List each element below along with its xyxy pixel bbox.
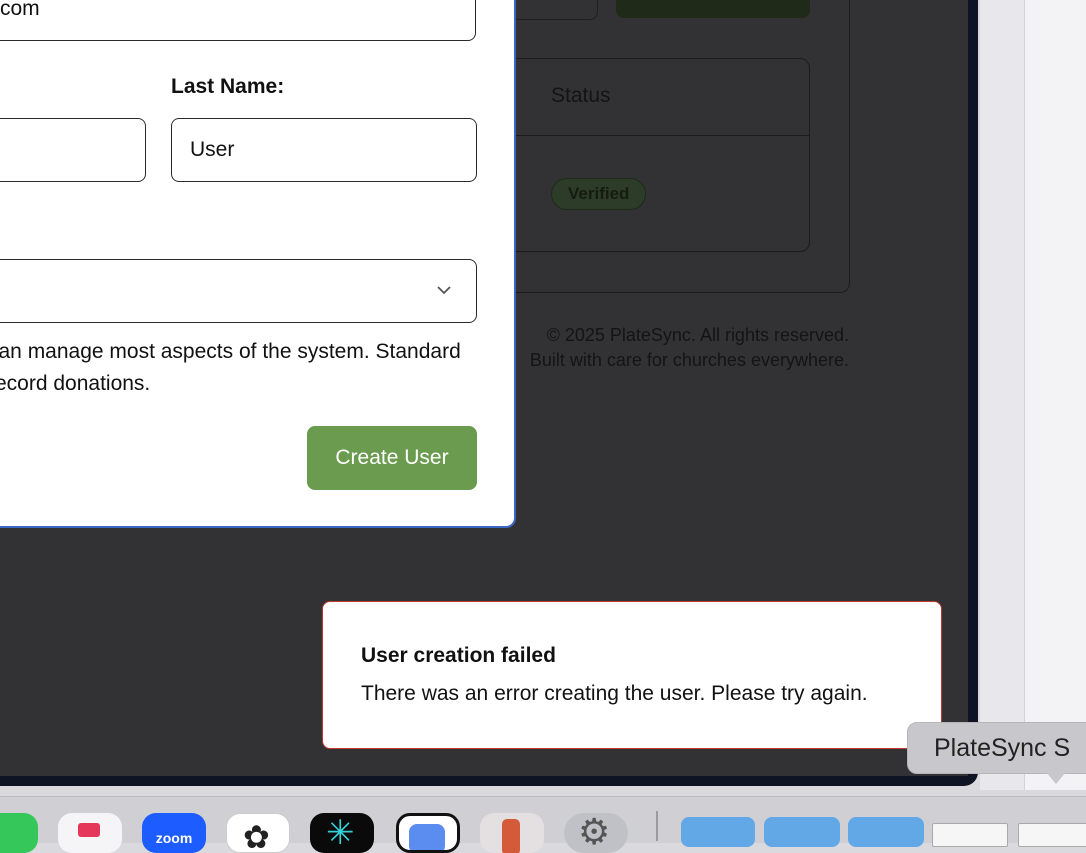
create-user-button[interactable]: Create User	[307, 426, 477, 490]
first-name-field[interactable]	[0, 118, 146, 182]
preview-icon[interactable]	[396, 813, 460, 853]
system-settings-icon[interactable]	[564, 813, 628, 853]
folder-icon[interactable]	[681, 817, 755, 847]
footer-copyright: © 2025 PlateSync. All rights reserved.	[546, 325, 849, 345]
status-column-header: Status	[551, 84, 611, 107]
dock: zoom	[0, 796, 1086, 853]
email-field[interactable]	[0, 0, 476, 41]
email-field-value: com	[0, 0, 40, 20]
role-select[interactable]	[0, 259, 477, 323]
folder-icon[interactable]	[764, 817, 840, 847]
folder-icon[interactable]	[848, 817, 924, 847]
dock-tooltip: PlateSync S	[907, 722, 1086, 774]
last-name-label: Last Name:	[171, 75, 285, 98]
role-help-text: can manage most aspects of the system. S…	[0, 340, 461, 395]
iphone-mirroring-icon[interactable]	[480, 813, 544, 853]
status-badge: Verified	[551, 178, 647, 210]
window-thumbnail[interactable]	[1018, 823, 1086, 847]
toast-message: There was an error creating the user. Pl…	[361, 682, 868, 705]
news-icon[interactable]	[58, 813, 122, 853]
tooltip-arrow	[1046, 772, 1066, 784]
add-user-button	[616, 0, 810, 18]
facetime-icon[interactable]	[0, 813, 38, 853]
window-thumbnail[interactable]	[932, 823, 1008, 847]
toast-title: User creation failed	[361, 644, 556, 667]
error-toast[interactable]: User creation failed There was an error …	[322, 601, 942, 749]
last-name-field[interactable]: User	[171, 118, 477, 182]
footer-tagline: Built with care for churches everywhere.	[529, 350, 849, 370]
zoom-icon[interactable]: zoom	[142, 813, 206, 853]
page-footer: © 2025 PlateSync. All rights reserved. B…	[470, 323, 849, 373]
perplexity-icon[interactable]	[310, 813, 374, 853]
chevron-down-icon	[437, 286, 451, 295]
dock-separator	[656, 811, 658, 841]
chatgpt-icon[interactable]	[226, 813, 290, 853]
background-window-edge	[1024, 0, 1086, 790]
